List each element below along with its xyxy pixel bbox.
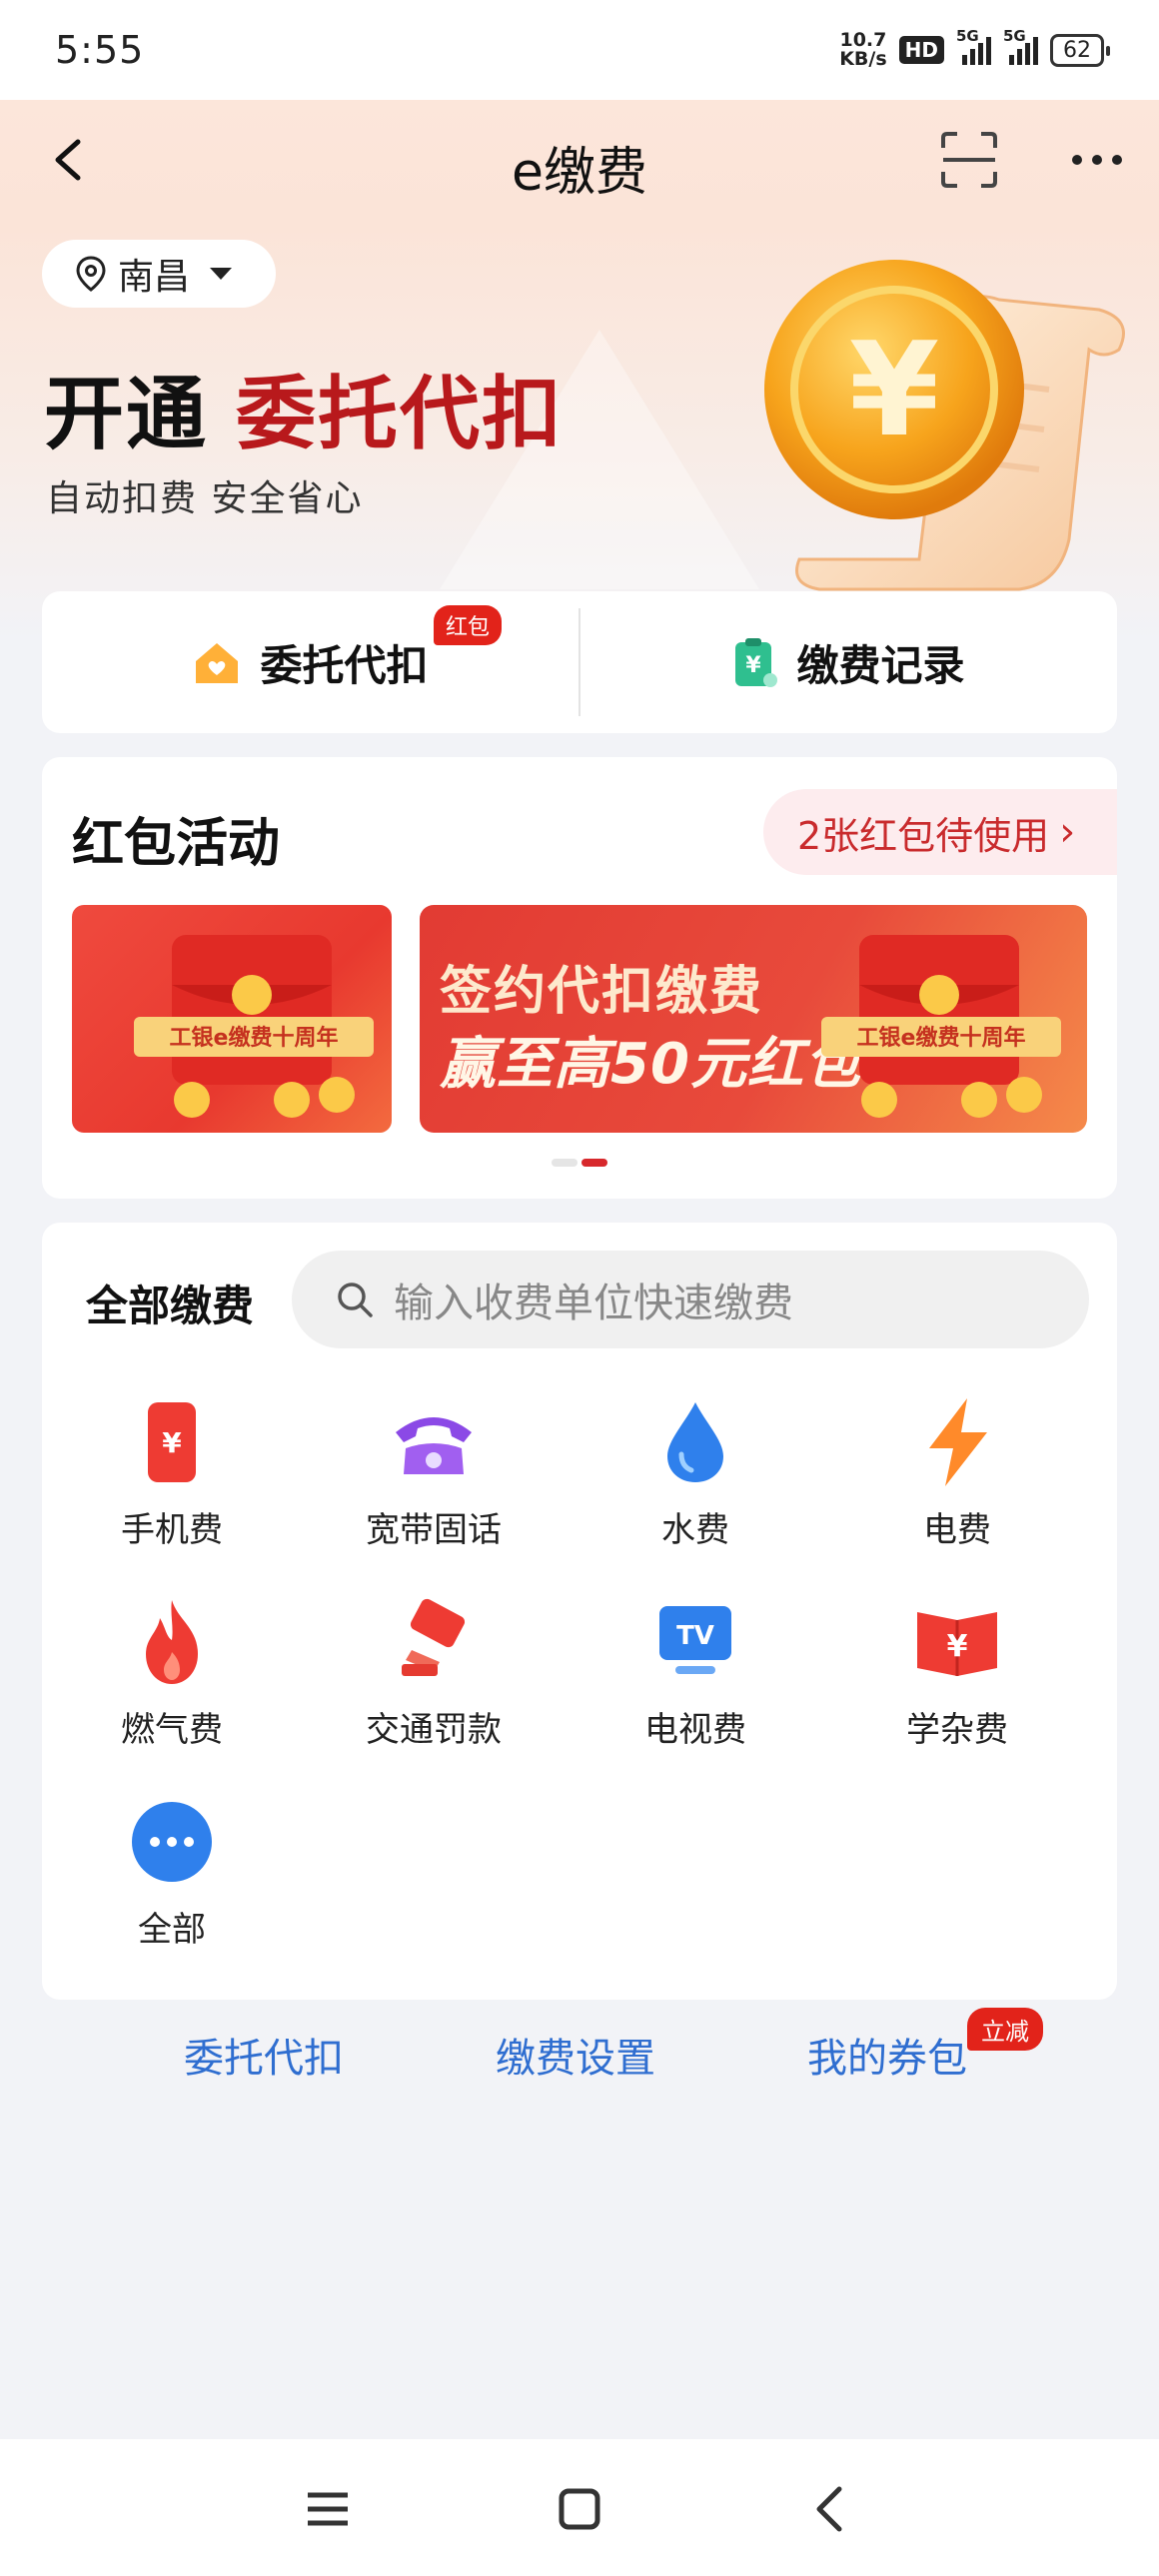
house-heart-icon — [196, 643, 239, 683]
payment-item-tv[interactable]: TV 电视费 — [566, 1592, 825, 1751]
red-envelope-icon: 工银e缴费十周年 — [134, 935, 374, 1118]
location-selector[interactable]: 南昌 — [42, 240, 276, 308]
search-icon — [338, 1283, 373, 1317]
home-icon[interactable] — [550, 2479, 609, 2539]
tv-icon: TV — [659, 1606, 731, 1674]
payment-item-label: 电视费 — [644, 1710, 746, 1750]
network-speed-unit: KB/s — [839, 48, 887, 70]
svg-text:¥: ¥ — [162, 1426, 182, 1459]
hongbao-badge: 红包 — [434, 605, 503, 645]
more-dots-icon — [132, 1802, 212, 1882]
payment-item-gas[interactable]: 燃气费 — [42, 1592, 302, 1751]
payment-item-water[interactable]: 水费 — [566, 1392, 825, 1551]
chevron-down-icon — [210, 268, 233, 280]
signal-icon-2: 5G — [1003, 27, 1038, 65]
quick-action-records-label: 缴费记录 — [796, 640, 965, 690]
system-nav-bar — [0, 2439, 1159, 2576]
chevron-right-icon: › — [1059, 809, 1076, 855]
ribbon-text: 工银e缴费十周年 — [170, 1025, 339, 1051]
network-type-1: 5G — [956, 27, 979, 45]
status-bar: 5:55 10.7 KB/s HD 5G 5G 62 — [0, 0, 1159, 100]
svg-text:¥: ¥ — [849, 314, 939, 465]
banner-line-1: 签约代扣缴费 — [440, 962, 764, 1022]
payment-item-traffic-fine[interactable]: 交通罚款 — [304, 1592, 564, 1751]
promo-banner-prev[interactable]: 工银e缴费十周年 — [72, 905, 392, 1133]
svg-text:TV: TV — [676, 1621, 714, 1651]
hd-badge: HD — [898, 36, 944, 64]
quick-action-records[interactable]: ¥ 缴费记录 — [580, 591, 1117, 733]
quick-action-entrust-label: 委托代扣 — [260, 640, 429, 690]
search-placeholder: 输入收费单位快速缴费 — [394, 1281, 793, 1326]
menu-icon[interactable] — [298, 2479, 358, 2539]
network-type-2: 5G — [1003, 27, 1026, 45]
payment-item-label: 手机费 — [121, 1510, 223, 1550]
payment-item-label: 学杂费 — [906, 1710, 1008, 1750]
coin-receipt-illustration: ¥ — [764, 260, 1125, 591]
app-header: e缴费 — [0, 100, 1159, 220]
quick-action-entrust[interactable]: 委托代扣 红包 — [42, 591, 579, 733]
carousel-indicator — [552, 1159, 607, 1167]
red-packet-card: 红包活动 2张红包待使用 › 工银e缴费十周年 签约代扣缴费 赢至高50元红包 … — [42, 757, 1117, 1199]
coupon-badge: 立减 — [967, 2008, 1043, 2051]
payment-item-broadband[interactable]: 宽带固话 — [304, 1392, 564, 1551]
payment-item-tuition[interactable]: ¥ 学杂费 — [827, 1592, 1087, 1751]
payment-item-mobile[interactable]: ¥ 手机费 — [42, 1392, 302, 1551]
svg-text:¥: ¥ — [746, 653, 762, 678]
hero-title: 开通 委托代扣 — [44, 350, 564, 465]
footer-links: 委托代扣 缴费设置 我的券包 立减 — [0, 2008, 1159, 2090]
pending-red-packets-text: 2张红包待使用 — [797, 813, 1050, 858]
all-payments-card: 全部缴费 输入收费单位快速缴费 ¥ 手机费 宽带固话 水费 电费 燃气费 交通罚… — [42, 1223, 1117, 2000]
scan-icon[interactable] — [939, 130, 999, 190]
clipboard-yuan-icon: ¥ — [735, 638, 778, 687]
search-input[interactable]: 输入收费单位快速缴费 — [292, 1251, 1089, 1348]
landline-icon — [396, 1417, 472, 1474]
carousel-dot-active — [581, 1159, 607, 1167]
flame-icon — [146, 1600, 198, 1684]
battery-icon: 62 — [1050, 33, 1110, 67]
payment-item-label: 全部 — [138, 1910, 206, 1950]
signal-icon: 5G — [956, 27, 991, 65]
svg-text:¥: ¥ — [947, 1629, 968, 1664]
quick-actions-card: 委托代扣 红包 ¥ 缴费记录 — [42, 591, 1117, 733]
footer-link-entrust[interactable]: 委托代扣 — [184, 2026, 344, 2084]
payment-item-label: 电费 — [923, 1510, 991, 1550]
network-speed: 10.7 KB/s — [839, 31, 886, 69]
footer-link-settings[interactable]: 缴费设置 — [496, 2026, 655, 2084]
payment-item-electricity[interactable]: 电费 — [827, 1392, 1087, 1551]
phone-bill-icon: ¥ — [148, 1402, 196, 1482]
hero-title-accent: 委托代扣 — [236, 368, 564, 460]
payment-item-label: 交通罚款 — [366, 1710, 502, 1750]
location-city: 南昌 — [118, 257, 191, 298]
ribbon-text: 工银e缴费十周年 — [857, 1025, 1026, 1051]
hero-title-prefix: 开通 — [44, 368, 208, 460]
payment-item-label: 燃气费 — [121, 1710, 223, 1750]
status-time: 5:55 — [55, 28, 145, 72]
book-yuan-icon: ¥ — [917, 1612, 997, 1676]
back-icon[interactable] — [801, 2479, 861, 2539]
red-packet-title: 红包活动 — [72, 814, 281, 874]
banner-line-2: 赢至高50元红包 — [440, 1032, 861, 1097]
hero-subtitle: 自动扣费 安全省心 — [46, 478, 364, 519]
location-pin-icon — [76, 256, 106, 292]
payment-item-all[interactable]: 全部 — [42, 1792, 302, 1951]
status-indicators: 10.7 KB/s HD 5G 5G 62 — [839, 27, 1110, 69]
footer-link-coupons[interactable]: 我的券包 — [807, 2026, 967, 2084]
red-envelope-icon: 工银e缴费十周年 — [821, 935, 1061, 1118]
carousel-dot — [552, 1159, 578, 1167]
payment-item-label: 宽带固话 — [366, 1510, 502, 1550]
more-icon[interactable] — [1071, 150, 1123, 170]
all-payments-title: 全部缴费 — [86, 1282, 255, 1330]
promo-banner-current[interactable]: 签约代扣缴费 赢至高50元红包 工银e缴费十周年 — [420, 905, 1087, 1133]
lightning-icon — [929, 1398, 987, 1486]
traffic-camera-icon — [402, 1598, 466, 1676]
water-drop-icon — [667, 1402, 723, 1482]
pending-red-packets-link[interactable]: 2张红包待使用 › — [763, 789, 1117, 875]
payment-item-label: 水费 — [661, 1510, 729, 1550]
